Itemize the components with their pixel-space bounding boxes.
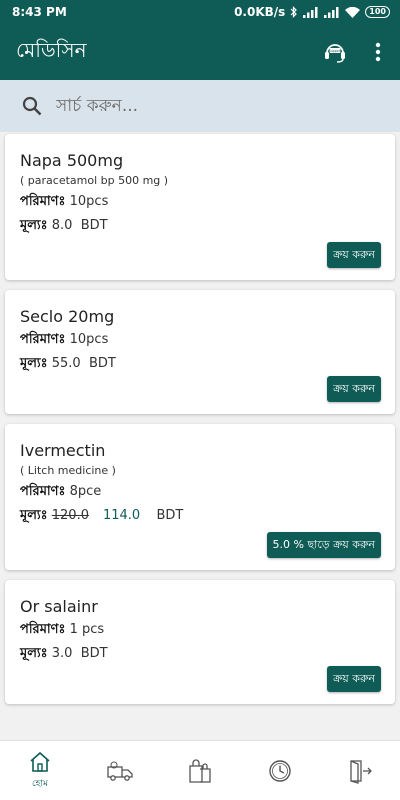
home-icon [30,751,50,772]
medicine-name: Napa 500mg [20,151,124,170]
price-row: মূল্যঃ 55.0 BDT [20,352,381,376]
nav-history[interactable] [250,743,310,799]
search-bar [0,80,400,132]
logout-door-icon [350,759,372,784]
nav-logout[interactable] [330,743,390,799]
medicine-card: Seclo 20mg পরিমাণঃ 10pcs মূল্যঃ 55.0 BDT… [5,290,395,414]
support-icon-label: Support [329,49,342,53]
signal-icon-2 [324,6,339,18]
medicine-generic: ( paracetamol bp 500 mg ) [20,174,169,187]
quantity-row: পরিমাণঃ 10pcs [20,328,381,352]
delivery-truck-icon [107,760,133,781]
price-row: মূল্যঃ 3.0 BDT [20,642,381,666]
medicine-card: Napa 500mg ( paracetamol bp 500 mg ) পরি… [5,134,395,280]
quantity-row: পরিমাণঃ 1 pcs [20,618,381,642]
app-bar: মেডিসিন Support [0,24,400,80]
medicine-name: Or salainr [20,597,98,616]
shopping-bag-icon [189,758,211,783]
wifi-icon [345,6,361,18]
battery-icon: 100 [365,6,390,18]
buy-button[interactable]: ক্রয় করুন [327,666,381,692]
buy-button[interactable]: ক্রয় করুন [327,242,381,268]
page-title: মেডিসিন [16,37,87,62]
price-value: 55.0 [51,356,81,371]
bluetooth-icon [290,6,298,18]
quantity-row: পরিমাণঃ 10pcs [20,190,381,214]
price-label: মূল্যঃ [20,508,48,523]
nav-shopping[interactable] [170,743,230,799]
buy-button[interactable]: ক্রয় করুন [327,376,381,402]
currency: BDT [156,508,184,523]
price-row: মূল্যঃ 8.0 BDT [20,214,381,238]
status-bar: 8:43 PM 0.0KB/s 100 [0,0,400,24]
search-input[interactable] [56,96,356,116]
currency: BDT [80,646,108,661]
network-speed: 0.0KB/s [234,5,286,19]
discount-price: 114.0 [102,508,141,523]
price-label: মূল্যঃ [20,218,48,233]
price-value: 3.0 [51,646,73,661]
price-value: 8.0 [51,218,73,233]
medicine-card: Ivermectin ( Litch medicine ) পরিমাণঃ 8p… [5,424,395,570]
currency: BDT [88,356,116,371]
quantity-value: 8pce [69,484,102,499]
medicine-name: Seclo 20mg [20,307,115,326]
quantity-row: পরিমাণঃ 8pce [20,480,381,504]
bottom-navigation: হোম [0,740,400,800]
currency: BDT [80,218,108,233]
support-headset-icon[interactable]: Support [320,37,350,67]
history-clock-icon [269,759,291,782]
more-options-icon[interactable] [370,42,386,62]
quantity-label: পরিমাণঃ [20,194,66,209]
medicine-generic: ( Litch medicine ) [20,464,116,477]
price-label: মূল্যঃ [20,356,48,371]
search-icon [22,96,42,116]
nav-delivery[interactable] [90,743,150,799]
quantity-label: পরিমাণঃ [20,622,66,637]
old-price: 120.0 [51,508,89,523]
discount-buy-button[interactable]: 5.0 % ছাড়ে ক্রয় করুন [266,532,381,558]
quantity-value: 10pcs [69,332,109,347]
quantity-value: 1 pcs [69,622,105,637]
signal-icon [303,6,318,18]
nav-home-label: হোম [32,779,48,789]
status-icons: 0.0KB/s 100 [234,5,390,19]
medicine-card: Or salainr পরিমাণঃ 1 pcs মূল্যঃ 3.0 BDT … [5,580,395,704]
medicine-name: Ivermectin [20,441,106,460]
price-row: মূল্যঃ 120.0 114.0 BDT [20,504,381,528]
price-label: মূল্যঃ [20,646,48,661]
quantity-value: 10pcs [69,194,109,209]
quantity-label: পরিমাণঃ [20,332,66,347]
status-time: 8:43 PM [12,5,67,19]
quantity-label: পরিমাণঃ [20,484,66,499]
nav-home[interactable]: হোম [10,743,70,799]
